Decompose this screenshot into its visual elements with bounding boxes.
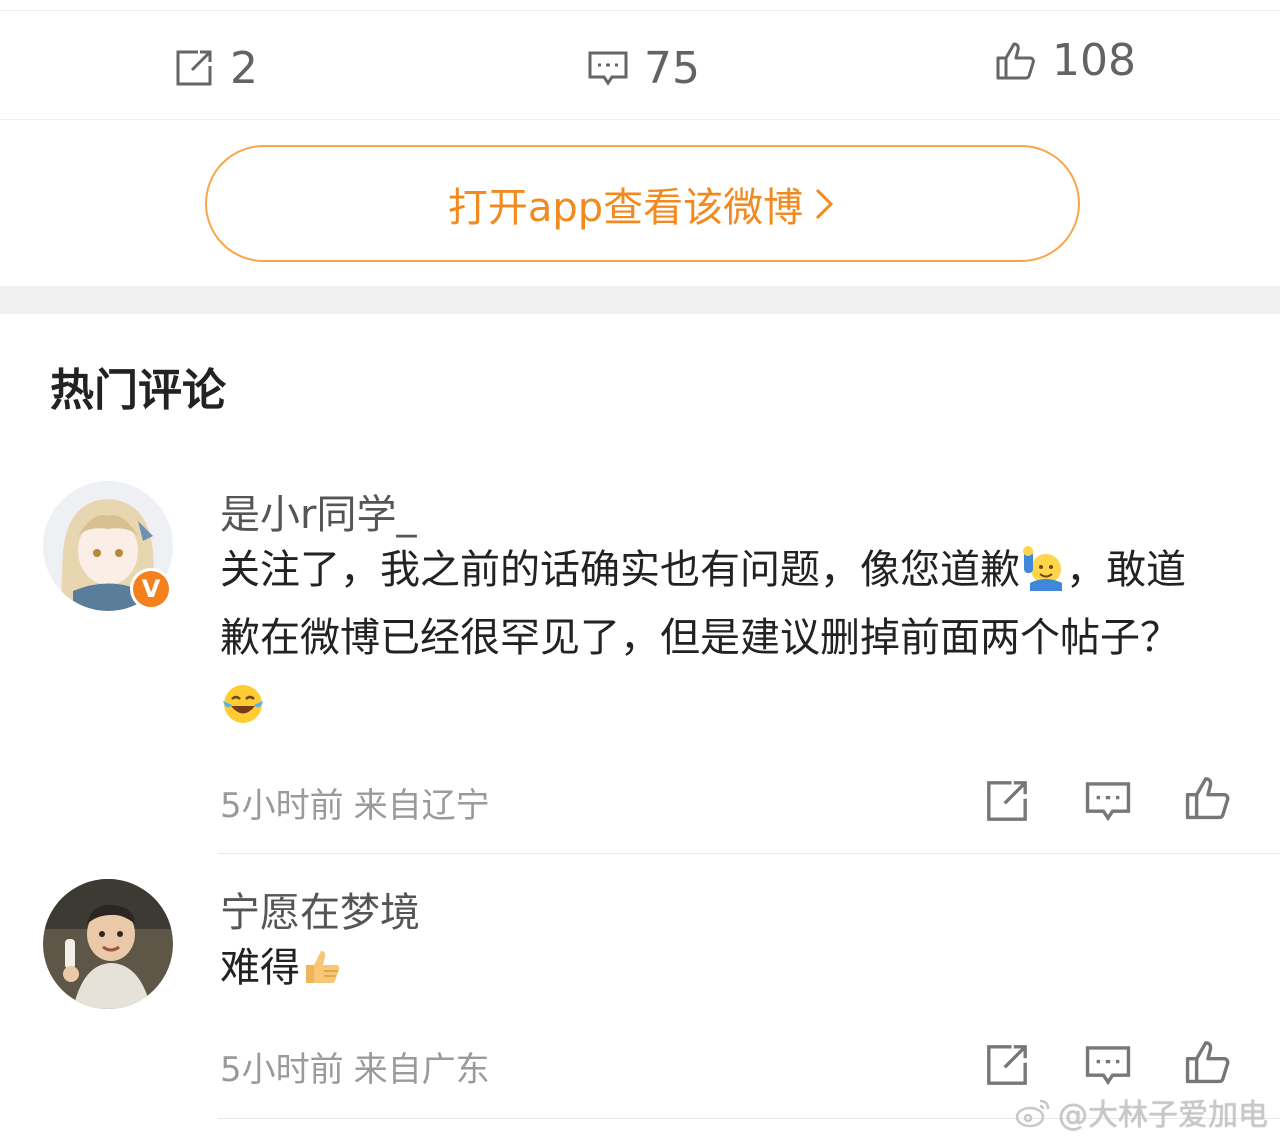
hot-comments-title: 热门评论 xyxy=(50,365,226,416)
comment-icon[interactable] xyxy=(1083,776,1133,826)
comment-count: 75 xyxy=(644,42,700,94)
comment-text-part: 关注了，我之前的话确实也有问题，像您道歉 xyxy=(220,547,1020,593)
comment-location: 来自广东 xyxy=(353,1050,490,1090)
repost-button[interactable]: 2 xyxy=(172,38,258,98)
comment-username[interactable]: 宁愿在梦境 xyxy=(220,880,420,938)
comment-text: 关注了，我之前的话确实也有问题，像您道歉 ，敢道歉在微博已经很罕见了，但是建议删掉… xyxy=(220,536,1220,740)
section-separator xyxy=(0,286,1280,314)
watermark-text: @大林子爱加电 xyxy=(1058,1098,1268,1133)
repost-icon[interactable] xyxy=(982,776,1032,826)
open-app-button[interactable]: 打开app查看该微博 xyxy=(205,145,1080,262)
child-photo-avatar-image xyxy=(43,879,173,1009)
like-button[interactable]: 108 xyxy=(994,30,1136,90)
repost-icon xyxy=(176,50,212,86)
watermark: @大林子爱加电 xyxy=(1014,1090,1268,1134)
comment-text-part: 难得 xyxy=(220,945,300,991)
like-count: 108 xyxy=(1052,34,1136,86)
comment-text: 难得 xyxy=(220,934,1220,1002)
chevron-right-icon xyxy=(816,188,834,219)
comment-icon[interactable] xyxy=(1083,1040,1133,1090)
repost-icon[interactable] xyxy=(982,1040,1032,1090)
action-bar-divider xyxy=(0,119,1280,120)
post-action-bar: 2 75 108 xyxy=(0,20,1280,118)
thumbs-up-icon[interactable] xyxy=(1183,1036,1233,1086)
thumbs-up-icon xyxy=(996,42,1035,80)
comment-location: 来自辽宁 xyxy=(353,786,490,826)
open-app-label: 打开app查看该微博 xyxy=(447,184,804,231)
verified-badge-icon: V xyxy=(130,568,172,610)
comment-meta: 5小时前 来自辽宁 xyxy=(220,778,490,827)
comment-time: 5小时前 xyxy=(220,1050,344,1090)
comment-meta: 5小时前 来自广东 xyxy=(220,1042,490,1091)
laughing-crying-emoji-icon xyxy=(223,685,263,723)
thumbs-up-emoji-icon xyxy=(306,951,340,983)
raising-hand-emoji-icon xyxy=(1023,546,1062,591)
comment-icon xyxy=(588,51,628,86)
avatar[interactable] xyxy=(43,879,173,1009)
weibo-logo-icon xyxy=(1015,1099,1050,1128)
thumbs-up-icon[interactable] xyxy=(1183,772,1233,822)
comment-username[interactable]: 是小r同学_ xyxy=(220,482,416,540)
comment-button[interactable]: 75 xyxy=(586,38,1280,98)
comment-divider xyxy=(218,853,1280,854)
comment-time: 5小时前 xyxy=(220,786,344,826)
repost-count: 2 xyxy=(230,42,258,94)
top-divider xyxy=(0,10,1280,11)
